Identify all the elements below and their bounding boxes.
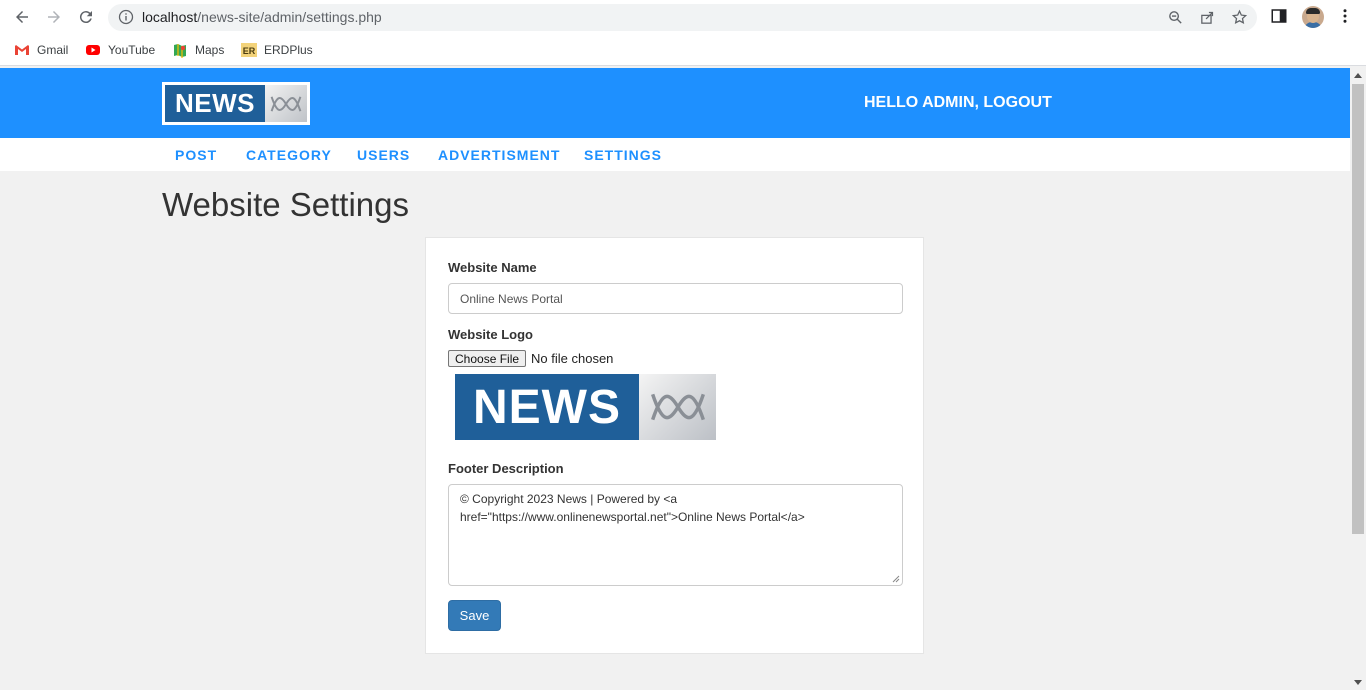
bookmark-label: Maps bbox=[195, 43, 225, 57]
resize-handle-icon[interactable] bbox=[892, 575, 900, 583]
choose-file-button[interactable]: Choose File bbox=[448, 350, 527, 367]
forward-icon[interactable] bbox=[43, 6, 65, 28]
admin-menu: POST CATEGORY USERS ADVERTISMENT SETTING… bbox=[0, 138, 1350, 171]
erdplus-icon: ER bbox=[241, 42, 257, 58]
page-viewport: NEWS HELLO ADMIN, LOGOUT POST CATEGORY U… bbox=[0, 68, 1350, 690]
file-status-text: No file chosen bbox=[531, 351, 614, 366]
bookmark-label: YouTube bbox=[108, 43, 156, 57]
bookmark-star-icon[interactable] bbox=[1231, 9, 1248, 26]
more-vert-icon[interactable] bbox=[1336, 7, 1354, 25]
menu-item-post[interactable]: POST bbox=[175, 147, 217, 163]
bookmark-label: ERDPlus bbox=[264, 43, 313, 57]
page-scrollbar[interactable] bbox=[1350, 68, 1366, 690]
bookmarks-bar: Gmail YouTube Maps ER ERDPlus bbox=[0, 34, 1366, 66]
browser-toolbar: localhost/news-site/admin/settings.php bbox=[0, 0, 1366, 34]
bookmark-gmail[interactable]: Gmail bbox=[14, 40, 68, 60]
logo-file-input[interactable]: Choose File No file chosen bbox=[448, 350, 613, 367]
abc-logo-icon bbox=[265, 85, 307, 122]
logout-link[interactable]: HELLO ADMIN, LOGOUT bbox=[864, 94, 1052, 112]
reload-icon[interactable] bbox=[75, 6, 97, 28]
footer-description-label: Footer Description bbox=[448, 461, 564, 476]
maps-icon bbox=[172, 42, 188, 58]
abc-logo-icon bbox=[639, 374, 716, 440]
footer-line-2: href="https://www.onlinenewsportal.net">… bbox=[460, 510, 805, 524]
save-button[interactable]: Save bbox=[448, 600, 501, 631]
info-icon[interactable] bbox=[118, 9, 134, 25]
gmail-icon bbox=[14, 42, 30, 58]
bookmark-label: Gmail bbox=[37, 43, 69, 57]
profile-avatar[interactable] bbox=[1302, 6, 1324, 28]
footer-description-textarea[interactable]: © Copyright 2023 News | Powered by <a hr… bbox=[448, 484, 903, 586]
bookmark-maps[interactable]: Maps bbox=[172, 40, 224, 60]
address-bar[interactable]: localhost/news-site/admin/settings.php bbox=[108, 4, 1257, 31]
scroll-thumb[interactable] bbox=[1352, 84, 1364, 534]
logo-preview-image: NEWS bbox=[455, 374, 716, 440]
scroll-up-icon[interactable] bbox=[1354, 73, 1362, 78]
site-header: NEWS HELLO ADMIN, LOGOUT bbox=[0, 68, 1350, 138]
svg-text:ER: ER bbox=[243, 46, 256, 56]
menu-item-advertisment[interactable]: ADVERTISMENT bbox=[438, 147, 560, 163]
youtube-icon bbox=[85, 42, 101, 58]
website-name-label: Website Name bbox=[448, 260, 537, 275]
menu-item-users[interactable]: USERS bbox=[357, 147, 410, 163]
scroll-down-icon[interactable] bbox=[1354, 680, 1362, 685]
side-panel-icon[interactable] bbox=[1270, 7, 1288, 25]
back-icon[interactable] bbox=[11, 6, 33, 28]
menu-item-settings[interactable]: SETTINGS bbox=[584, 147, 662, 163]
zoom-icon[interactable] bbox=[1167, 9, 1184, 26]
website-logo-label: Website Logo bbox=[448, 327, 533, 342]
share-icon[interactable] bbox=[1199, 9, 1216, 26]
logo-preview-text: NEWS bbox=[455, 374, 639, 440]
footer-line-1: © Copyright 2023 News | Powered by <a bbox=[460, 492, 678, 506]
url-text: localhost/news-site/admin/settings.php bbox=[142, 9, 382, 25]
settings-form: Website Name Online News Portal Website … bbox=[425, 237, 924, 654]
page-title: Website Settings bbox=[162, 186, 410, 223]
bookmark-youtube[interactable]: YouTube bbox=[85, 40, 155, 60]
logo-text: NEWS bbox=[165, 85, 265, 122]
menu-item-category[interactable]: CATEGORY bbox=[246, 147, 332, 163]
bookmark-erdplus[interactable]: ER ERDPlus bbox=[241, 40, 313, 60]
website-name-input[interactable]: Online News Portal bbox=[448, 283, 903, 314]
site-logo[interactable]: NEWS bbox=[162, 82, 310, 125]
